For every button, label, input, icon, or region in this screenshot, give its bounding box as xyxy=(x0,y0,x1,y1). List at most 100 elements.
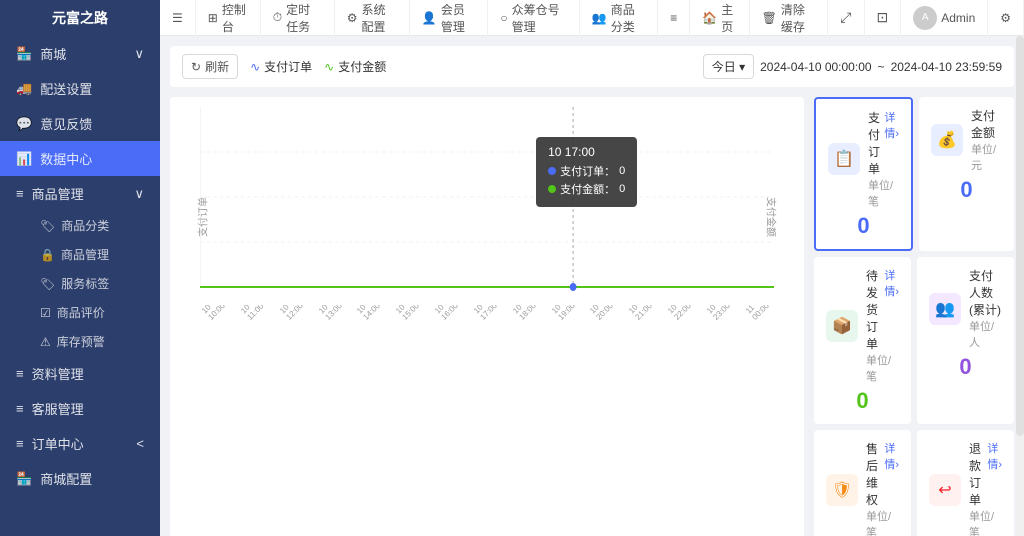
sidebar-item-shop[interactable]: 🏪 商城 ∨ xyxy=(0,36,160,71)
stat-header-paid-orders: 📋 支付订单 详情› 单位/笔 xyxy=(828,109,899,209)
refresh-button[interactable]: ↻ 刷新 xyxy=(182,54,238,79)
stat-card-paid-amount: 💰 支付金额 单位/元 0 xyxy=(919,97,1014,251)
sidebar-order-center-label: 订单中心 xyxy=(32,434,84,453)
category-icon: 👥 xyxy=(592,11,607,25)
nav-menu-toggle[interactable]: ☰ xyxy=(160,0,196,36)
refresh-icon: ↻ xyxy=(191,60,201,74)
product-icon: 🔒 xyxy=(40,248,55,262)
nav-fullscreen[interactable]: ⤢ xyxy=(828,0,864,36)
stat-title-area-refund: 退款订单 详情› 单位/笔 xyxy=(969,440,1002,536)
warehouse-icon: ○ xyxy=(500,11,507,25)
delete-icon: 🗑 xyxy=(762,11,777,25)
x-label-7: 10 17:00 xyxy=(472,305,506,322)
top-nav-menu: ☰ ⊞ 控制台 ⏱ 定时任务 ⚙ 系统配置 👤 会员管理 ○ 众筹仓号管理 👥 … xyxy=(160,0,1024,36)
page-scrollbar[interactable] xyxy=(1016,36,1024,536)
x-label-0: 10 10:00 xyxy=(200,305,234,322)
sidebar-item-shop-config[interactable]: 🏪 商城配置 xyxy=(0,461,160,496)
home-icon: 🏠 xyxy=(702,11,717,25)
paid-orders-trend-icon: ∿ xyxy=(250,60,260,74)
content-area: ↻ 刷新 ∿ 支付订单 ∿ 支付金额 今日 ▾ 2024-04-10 00:00… xyxy=(160,36,1024,536)
dashboard-icon: ⊞ xyxy=(208,11,218,25)
sidebar-item-stock-warning[interactable]: ⚠ 库存预警 xyxy=(32,327,160,356)
x-label-11: 10 21:00 xyxy=(627,305,661,322)
sidebar-item-customer-service[interactable]: ≡ 客服管理 xyxy=(0,391,160,426)
date-start: 2024-04-10 00:00:00 xyxy=(760,60,871,74)
nav-grid[interactable]: ≡ xyxy=(658,0,690,36)
tooltip-orders: 支付订单： 0 xyxy=(548,163,625,179)
nav-warehouse[interactable]: ○ 众筹仓号管理 xyxy=(488,0,579,36)
feedback-icon: 💬 xyxy=(16,116,32,132)
sidebar-service-tag-label: 服务标签 xyxy=(61,275,109,292)
review-icon: ☑ xyxy=(40,306,51,320)
x-label-2: 10 12:00 xyxy=(278,305,312,322)
nav-clear-cache[interactable]: 🗑 清除缓存 xyxy=(750,0,829,36)
chevron-down-icon: ∨ xyxy=(134,46,144,62)
pending-delivery-unit: 单位/笔 xyxy=(866,352,899,384)
nav-warehouse-label: 众筹仓号管理 xyxy=(512,1,567,35)
paid-orders-value: 0 xyxy=(828,213,899,239)
sidebar-item-data-center[interactable]: 📊 数据中心 xyxy=(0,141,160,176)
paid-amount-title: 支付金额 xyxy=(971,109,995,140)
tooltip-amount-dot xyxy=(548,185,556,193)
x-label-1: 10 11:00 xyxy=(239,305,273,322)
tooltip-order-label: 支付订单： xyxy=(560,163,615,179)
nav-dashboard[interactable]: ⊞ 控制台 xyxy=(196,0,261,36)
sidebar: 🏪 商城 ∨ 🚚 配送设置 💬 意见反馈 📊 数据中心 xyxy=(0,36,160,536)
stat-header-pending-delivery: 📦 待发货订单 详情› 单位/笔 xyxy=(826,267,899,384)
after-sale-detail-link[interactable]: 详情› xyxy=(884,440,899,508)
nav-schedule[interactable]: ⏱ 定时任务 xyxy=(261,0,335,36)
sidebar-item-service-tag[interactable]: 🏷 服务标签 xyxy=(32,269,160,298)
stat-title-area-after-sale: 售后维权 详情› 单位/笔 xyxy=(866,440,899,536)
stat-title-area-pending: 待发货订单 详情› 单位/笔 xyxy=(866,267,899,384)
toolbar: ↻ 刷新 ∿ 支付订单 ∿ 支付金额 今日 ▾ 2024-04-10 00:00… xyxy=(170,46,1014,87)
x-label-8: 10 18:00 xyxy=(511,305,545,322)
sidebar-item-product-category[interactable]: 🏷 商品分类 xyxy=(32,211,160,240)
pending-delivery-icon: 📦 xyxy=(826,310,858,342)
x-label-10: 10 20:00 xyxy=(588,305,622,322)
chart-tooltip: 10 17:00 支付订单： 0 支付金额： 0 xyxy=(536,137,637,207)
pending-delivery-title: 待发货订单 xyxy=(866,267,884,352)
pending-delivery-detail-link[interactable]: 详情› xyxy=(884,267,899,352)
nav-expand[interactable]: ⊡ xyxy=(865,0,902,36)
refund-unit: 单位/笔 xyxy=(969,508,1002,536)
sidebar-item-product-manage[interactable]: ≡ 商品管理 ∨ xyxy=(0,176,160,211)
order-icon: ≡ xyxy=(16,436,24,451)
sidebar-item-feedback[interactable]: 💬 意见反馈 xyxy=(0,106,160,141)
refund-detail-link[interactable]: 详情› xyxy=(987,440,1002,508)
admin-label: Admin xyxy=(941,11,975,25)
sidebar-stock-warning-label: 库存预警 xyxy=(57,333,105,350)
stats-row-1: 📋 支付订单 详情› 单位/笔 0 xyxy=(814,97,1014,251)
nav-category[interactable]: 👥 商品分类 xyxy=(580,0,658,36)
paid-users-value: 0 xyxy=(929,354,1002,380)
sidebar-item-resource[interactable]: ≡ 资料管理 xyxy=(0,356,160,391)
after-sale-unit: 单位/笔 xyxy=(866,508,899,536)
stat-card-paid-users: 👥 支付人数(累计) 单位/人 0 xyxy=(917,257,1014,424)
stat-header-refund: ↩ 退款订单 详情› 单位/笔 xyxy=(929,440,1002,536)
nav-members[interactable]: 👤 会员管理 xyxy=(410,0,488,36)
stats-row-3: 🛡 售后维权 详情› 单位/笔 0 xyxy=(814,430,1014,536)
nav-sysconfig[interactable]: ⚙ 系统配置 xyxy=(335,0,410,36)
stat-title-area-paid-amount: 支付金额 单位/元 xyxy=(971,107,1002,173)
shop-icon: 🏪 xyxy=(16,46,32,62)
paid-orders-detail-link[interactable]: 详情› xyxy=(884,109,899,177)
data-icon: 📊 xyxy=(16,151,32,167)
paid-amount-unit: 单位/元 xyxy=(971,141,1002,173)
sidebar-item-product-review[interactable]: ☑ 商品评价 xyxy=(32,298,160,327)
sidebar-sub-products: 🏷 商品分类 🔒 商品管理 🏷 服务标签 ☑ 商品评价 ⚠ 库存预警 xyxy=(0,211,160,356)
settings-icon: ⚙ xyxy=(1000,11,1011,25)
refund-title: 退款订单 xyxy=(969,440,987,508)
x-label-12: 10 22:00 xyxy=(666,305,700,322)
paid-orders-icon: 📋 xyxy=(828,143,860,175)
today-button[interactable]: 今日 ▾ xyxy=(703,54,754,79)
tag-icon: 🏷 xyxy=(40,219,55,233)
sidebar-item-delivery[interactable]: 🚚 配送设置 xyxy=(0,71,160,106)
nav-settings[interactable]: ⚙ xyxy=(988,0,1024,36)
sidebar-item-order-center[interactable]: ≡ 订单中心 < xyxy=(0,426,160,461)
nav-admin[interactable]: A Admin xyxy=(901,0,988,36)
nav-home[interactable]: 🏠 主页 xyxy=(690,0,749,36)
sidebar-item-product-list[interactable]: 🔒 商品管理 xyxy=(32,240,160,269)
nav-sysconfig-label: 系统配置 xyxy=(362,1,397,35)
sidebar-data-center-label: 数据中心 xyxy=(40,149,92,168)
paid-users-unit: 单位/人 xyxy=(969,318,1002,350)
x-label-13: 10 23:00 xyxy=(705,305,739,322)
